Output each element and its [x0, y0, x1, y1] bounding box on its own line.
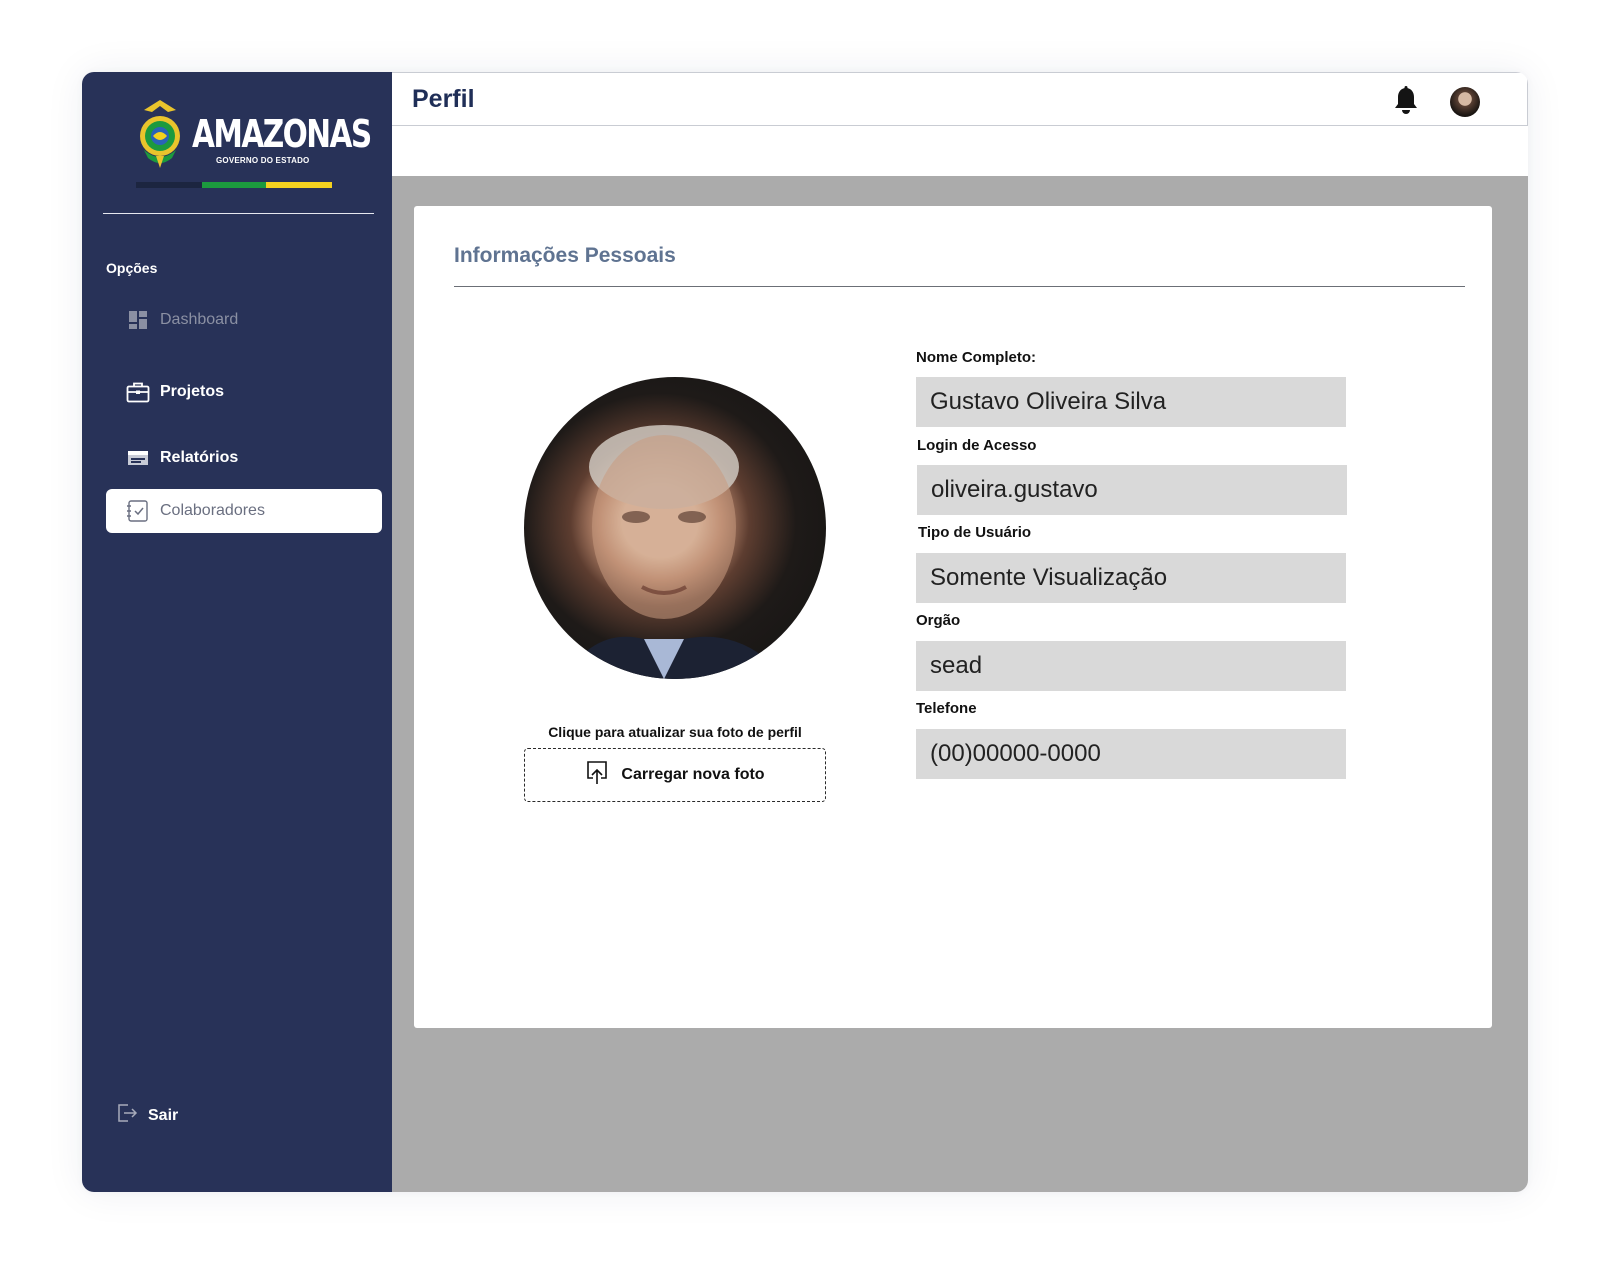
sidebar-item-dashboard[interactable]: Dashboard [106, 298, 382, 342]
dashboard-icon [126, 308, 150, 332]
sidebar-section-label: Opções [106, 260, 158, 276]
logout-label: Sair [148, 1106, 179, 1124]
phone-label: Telefone [916, 700, 977, 717]
sidebar-item-label: Projetos [160, 383, 225, 400]
upload-label: Carregar nova foto [621, 766, 765, 783]
report-icon [126, 446, 150, 470]
brand-name: AMAZONAS [192, 112, 372, 156]
sidebar: AMAZONAS GOVERNO DO ESTADO Opções Dashbo… [82, 72, 392, 1192]
sidebar-item-label: Colaboradores [160, 502, 265, 519]
user-avatar[interactable] [1450, 87, 1480, 117]
top-bar: Perfil [392, 72, 1528, 126]
brand-color-bar [136, 182, 336, 188]
coat-of-arms-icon [140, 100, 180, 168]
app-window: AMAZONAS GOVERNO DO ESTADO Opções Dashbo… [82, 72, 1528, 1192]
briefcase-icon [126, 380, 150, 404]
sidebar-item-colaboradores[interactable]: Colaboradores [106, 489, 382, 533]
phone-field[interactable] [916, 729, 1346, 779]
profile-photo[interactable] [524, 377, 826, 679]
upload-icon [585, 760, 609, 791]
logout-icon [116, 1102, 138, 1129]
amazonas-logo[interactable]: AMAZONAS GOVERNO DO ESTADO [134, 98, 372, 192]
sidebar-item-label: Relatórios [160, 449, 239, 466]
sidebar-item-relatorios[interactable]: Relatórios [106, 436, 382, 480]
orgao-field[interactable] [916, 641, 1346, 691]
section-divider [454, 286, 1465, 287]
logout-button[interactable]: Sair [116, 1102, 178, 1129]
profile-card: Informações Pessoais Clique para atualiz… [414, 206, 1492, 1028]
brand-subtitle: GOVERNO DO ESTADO [216, 156, 310, 165]
page-title: Perfil [412, 85, 475, 113]
upload-photo-button[interactable]: Carregar nova foto [524, 748, 826, 802]
sidebar-divider [103, 213, 374, 214]
orgao-label: Orgão [916, 612, 961, 629]
bell-icon[interactable] [1392, 86, 1420, 121]
full-name-label: Nome Completo: [916, 349, 1036, 366]
login-label: Login de Acesso [917, 437, 1037, 454]
full-name-field[interactable] [916, 377, 1346, 427]
sidebar-item-projetos[interactable]: Projetos [106, 370, 382, 414]
checklist-icon [126, 499, 150, 523]
section-title: Informações Pessoais [454, 244, 676, 267]
content-area: Informações Pessoais Clique para atualiz… [392, 176, 1528, 1192]
login-field[interactable] [917, 465, 1347, 515]
photo-hint: Clique para atualizar sua foto de perfil [548, 724, 802, 740]
user-type-label: Tipo de Usuário [918, 524, 1032, 541]
sidebar-item-label: Dashboard [160, 311, 239, 328]
user-type-field[interactable] [916, 553, 1346, 603]
